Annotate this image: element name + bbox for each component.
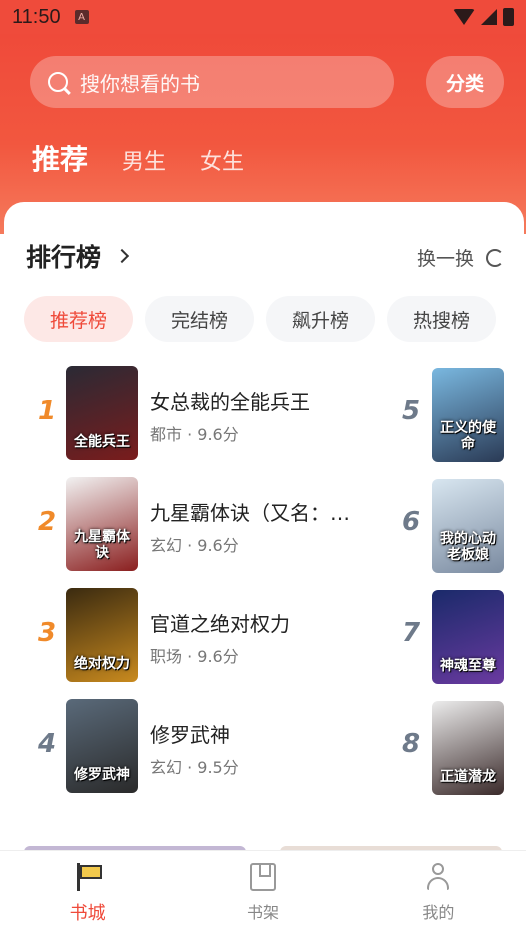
cover-text: 正义的使命 xyxy=(440,420,496,452)
book-title[interactable]: 官道之绝对权力 xyxy=(150,608,364,637)
book-meta: 玄幻 · 9.5分 xyxy=(150,758,239,777)
person-icon xyxy=(425,863,451,891)
nav-label: 我的 xyxy=(422,903,455,922)
book-cover[interactable]: 九星霸体诀 xyxy=(66,477,138,571)
book-cover[interactable]: 神魂至尊 xyxy=(432,590,504,684)
book-title[interactable]: 修罗武神 xyxy=(150,719,364,748)
book-meta: 玄幻 · 9.6分 xyxy=(150,536,239,555)
book-cover[interactable]: 正道潜龙 xyxy=(432,701,504,795)
ranking-row: 4 修罗武神 修罗武神 玄幻 · 9.5分 8 正道潜龙 xyxy=(4,699,524,795)
book-cover[interactable]: 全能兵王 xyxy=(66,366,138,460)
chip-rising[interactable]: 飙升榜 xyxy=(266,296,375,342)
rank-number: 4 xyxy=(38,729,57,759)
rank-number: 2 xyxy=(38,507,57,537)
category-button[interactable]: 分类 xyxy=(426,56,504,108)
notification-icon: A xyxy=(74,10,89,24)
rank-number: 3 xyxy=(38,618,57,648)
status-time: 11:50 xyxy=(12,5,61,28)
ranking-card: 排行榜 换一换 推荐榜 完结榜 飙升榜 热搜榜 1 全能兵王 女总裁的全能兵王 … xyxy=(4,202,524,828)
book-meta: 职场 · 9.6分 xyxy=(150,647,239,666)
book-cover[interactable]: 绝对权力 xyxy=(66,588,138,682)
cover-text: 我的心动老板娘 xyxy=(440,531,496,563)
chip-hot-search[interactable]: 热搜榜 xyxy=(387,296,496,342)
rank-number: 6 xyxy=(402,507,421,537)
ranking-row: 2 九星霸体诀 九星霸体诀（又名：… 玄幻 · 9.6分 6 我的心动老板娘 xyxy=(4,477,524,573)
rank-number: 1 xyxy=(38,396,57,426)
chevron-right-icon xyxy=(114,248,130,264)
swap-button[interactable]: 换一换 xyxy=(417,244,504,271)
tab-recommend[interactable]: 推荐 xyxy=(32,138,88,178)
cover-text: 绝对权力 xyxy=(74,655,130,672)
cover-text: 九星霸体诀 xyxy=(74,529,130,561)
cover-text: 全能兵王 xyxy=(74,433,130,450)
rank-number: 5 xyxy=(402,396,421,426)
cover-text: 神魂至尊 xyxy=(440,657,496,674)
signal-icon xyxy=(481,9,497,25)
nav-bookshelf[interactable]: 书架 xyxy=(175,851,350,935)
search-placeholder: 搜你想看的书 xyxy=(80,71,200,96)
gender-tabs: 推荐 男生 女生 xyxy=(32,138,244,178)
book-cover[interactable]: 修罗武神 xyxy=(66,699,138,793)
flag-icon xyxy=(75,863,102,891)
ranking-chips: 推荐榜 完结榜 飙升榜 热搜榜 xyxy=(24,296,496,342)
refresh-icon xyxy=(486,248,504,267)
book-cover[interactable]: 正义的使命 xyxy=(432,368,504,462)
book-icon xyxy=(249,863,276,891)
swap-label: 换一换 xyxy=(416,248,474,270)
nav-bookstore[interactable]: 书城 xyxy=(0,851,175,935)
status-bar: 11:50 A xyxy=(0,0,526,34)
ranking-row: 3 绝对权力 官道之绝对权力 职场 · 9.6分 7 神魂至尊 xyxy=(4,588,524,684)
wifi-icon xyxy=(453,9,475,25)
cover-text: 正道潜龙 xyxy=(440,768,496,785)
battery-icon xyxy=(503,8,514,26)
book-title[interactable]: 女总裁的全能兵王 xyxy=(150,386,364,415)
nav-profile[interactable]: 我的 xyxy=(351,851,526,935)
book-title[interactable]: 九星霸体诀（又名：… xyxy=(150,497,364,526)
ranking-title[interactable]: 排行榜 xyxy=(26,238,130,274)
search-bar[interactable]: 搜你想看的书 xyxy=(30,56,394,108)
ranking-title-text: 排行榜 xyxy=(26,243,102,272)
search-icon xyxy=(48,72,68,92)
nav-label: 书城 xyxy=(69,903,106,924)
cover-text: 修罗武神 xyxy=(74,766,130,783)
rank-number: 8 xyxy=(402,729,421,759)
ranking-row: 1 全能兵王 女总裁的全能兵王 都市 · 9.6分 5 正义的使命 xyxy=(4,366,524,462)
chip-completed[interactable]: 完结榜 xyxy=(145,296,254,342)
tab-female[interactable]: 女生 xyxy=(200,144,244,176)
rank-number: 7 xyxy=(402,618,421,648)
status-icons xyxy=(453,8,514,26)
book-cover[interactable]: 我的心动老板娘 xyxy=(432,479,504,573)
chip-recommend[interactable]: 推荐榜 xyxy=(24,296,133,342)
bottom-nav: 书城 书架 我的 xyxy=(0,850,526,935)
book-meta: 都市 · 9.6分 xyxy=(150,425,239,444)
tab-male[interactable]: 男生 xyxy=(122,144,166,176)
nav-label: 书架 xyxy=(246,903,279,922)
